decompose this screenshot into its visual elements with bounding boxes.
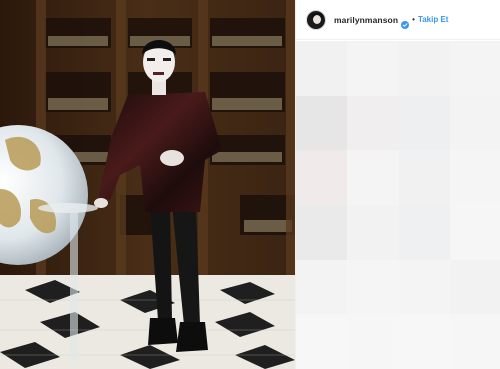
header-separator: •: [412, 15, 415, 24]
post-header: marilynmanson • Takip Et: [296, 0, 500, 40]
comments-area-pixelated: [296, 41, 500, 369]
pixelated-cell: [347, 150, 399, 205]
pixelated-cell: [449, 95, 500, 151]
verified-badge-icon: [401, 16, 410, 29]
pixelated-cell: [347, 205, 399, 260]
pixelated-cell: [347, 259, 399, 315]
pixelated-cell: [398, 259, 450, 315]
pixelated-cell: [347, 314, 399, 369]
pixelated-cell: [296, 150, 348, 205]
pixelated-cell: [398, 150, 450, 205]
username-link[interactable]: marilynmanson: [334, 15, 398, 25]
pixelated-cell: [449, 314, 500, 369]
pixelated-cell: [347, 41, 399, 96]
post-photo[interactable]: [0, 0, 295, 369]
pixelated-cell: [398, 205, 450, 260]
pixelated-cell: [347, 95, 399, 151]
pixelated-cell: [398, 314, 450, 369]
pixelated-cell: [449, 150, 500, 205]
pixelated-cell: [449, 259, 500, 315]
post-side-panel: marilynmanson • Takip Et: [295, 0, 500, 369]
pixelated-cell: [296, 41, 348, 96]
post-photo-illustration: [0, 0, 295, 369]
pixelated-cell: [449, 205, 500, 260]
pixelated-cell: [398, 41, 450, 96]
pixelated-cell: [296, 95, 348, 151]
profile-avatar[interactable]: [306, 9, 326, 30]
pixelated-cell: [398, 95, 450, 151]
pixelated-cell: [449, 41, 500, 96]
pixelated-cell: [296, 259, 348, 315]
follow-button[interactable]: Takip Et: [418, 15, 449, 24]
pixelated-cell: [296, 205, 348, 260]
instagram-post: marilynmanson • Takip Et: [0, 0, 500, 369]
avatar-face: [313, 14, 321, 24]
pixelated-cell: [296, 314, 348, 369]
